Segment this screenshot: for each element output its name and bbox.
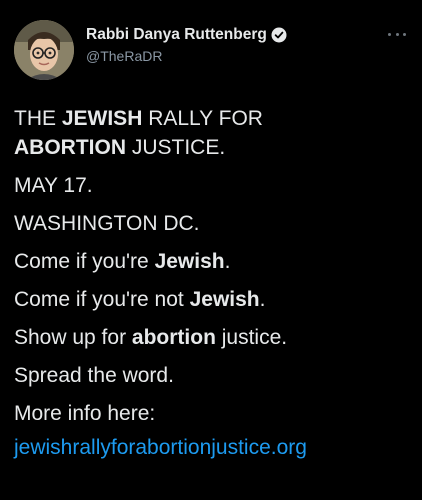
tweet-line-9: More info here: xyxy=(14,402,156,425)
verified-badge-icon xyxy=(271,27,287,43)
tweet-line-location: WASHINGTON DC. xyxy=(14,212,200,235)
author-display-name[interactable]: Rabbi Danya Ruttenberg xyxy=(86,26,267,44)
tweet-line-6: Come if you're not Jewish. xyxy=(14,288,266,311)
event-link[interactable]: jewishrallyforabortionjustice.org xyxy=(14,433,414,462)
tweet-line-8: Spread the word. xyxy=(14,364,174,387)
tweet-card: Rabbi Danya Ruttenberg @TheRaDR THE JEWI… xyxy=(0,0,422,500)
avatar[interactable] xyxy=(14,20,74,80)
tweet-line-5: Come if you're Jewish. xyxy=(14,250,231,273)
more-options-icon[interactable] xyxy=(388,33,406,39)
tweet-line-7: Show up for abortion justice. xyxy=(14,326,288,349)
author-name-row[interactable]: Rabbi Danya Ruttenberg xyxy=(86,26,287,44)
tweet-line-1: THE JEWISH RALLY FOR xyxy=(14,107,263,130)
author-handle[interactable]: @TheRaDR xyxy=(86,48,162,64)
tweet-body: THE JEWISH RALLY FOR ABORTION JUSTICE. M… xyxy=(14,104,414,462)
avatar-photo xyxy=(14,20,74,80)
tweet-line-date: MAY 17. xyxy=(14,174,93,197)
tweet-line-2: ABORTION JUSTICE. xyxy=(14,136,226,159)
